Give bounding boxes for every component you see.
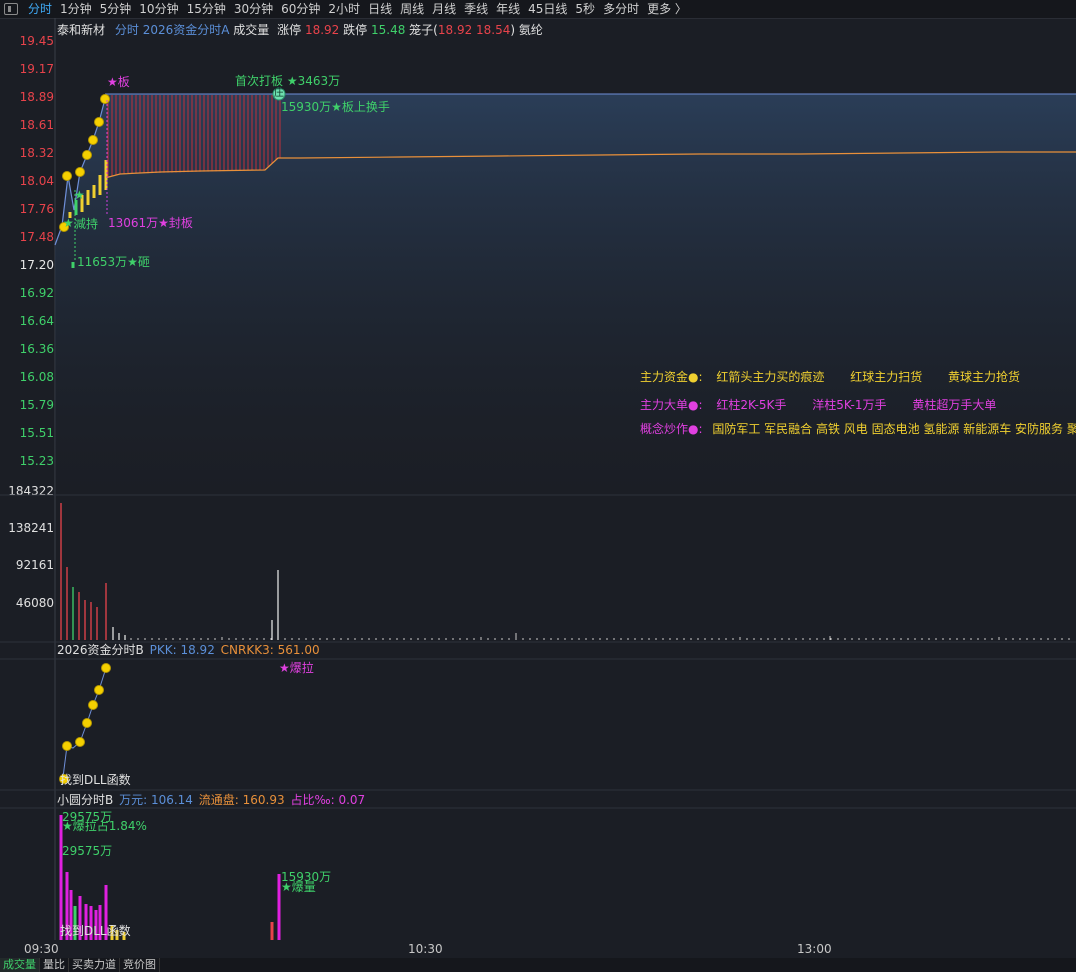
indicator-tabs: 成交量 量比 买卖力道 竞价图: [0, 958, 1076, 972]
volume-bars: [60, 503, 1070, 640]
main-force-dot: [75, 167, 85, 177]
panel-b-dot: [75, 737, 85, 747]
pkk-label: PKK:: [149, 643, 177, 657]
legend-item: 红箭头主力买的痕迹: [716, 370, 825, 384]
legend-row-orders: 主力大单●: 红柱2K-5K手 洋柱5K-1万手 黄柱超万手大单: [640, 398, 996, 412]
wan-value: 106.14: [150, 793, 193, 807]
circle-mark-label: 庄: [274, 88, 284, 99]
concept-list: 国防军工 军民融合 高铁 风电 固态电池 氢能源 新能源车 安防服务 聚: [712, 422, 1076, 436]
time-label-open: 09:30: [24, 942, 59, 956]
indicator-tab[interactable]: 买卖力道: [69, 958, 120, 972]
panel-c-bar: [59, 815, 63, 940]
float-label: 流通盘:: [198, 793, 239, 807]
legend-row2-title: 主力大单●:: [640, 398, 703, 412]
panel-c-header: 小圆分时B 万元: 106.14 流通盘: 160.93 占比‰: 0.07: [57, 793, 365, 807]
panel-c-dll-msg: 找到DLL函数: [60, 924, 131, 938]
legend-row1-title: 主力资金●:: [640, 370, 703, 384]
panel-b-dll-msg: 找到DLL函数: [60, 773, 131, 787]
time-label-1030: 10:30: [408, 942, 443, 956]
first-board-annotation: 首次打板 ★3463万: [235, 74, 341, 88]
legend-row3-title: 概念炒作●:: [640, 422, 703, 436]
legend-row-concept: 概念炒作●: 国防军工 军民融合 高铁 风电 固态电池 氢能源 新能源车 安防服…: [640, 422, 1076, 436]
burst-volume-label: ★爆量: [281, 880, 316, 894]
panel-b-dot: [82, 718, 92, 728]
main-force-dot: [82, 150, 92, 160]
pkk-value: 18.92: [180, 643, 215, 657]
panel-b-dot: [101, 663, 111, 673]
main-force-dot: [100, 94, 110, 104]
panel-b-dot: [88, 700, 98, 710]
main-force-dot: [62, 171, 72, 181]
candle-bar: [92, 185, 96, 198]
indicator-tab[interactable]: 成交量: [0, 958, 40, 972]
indicator-tab[interactable]: 量比: [40, 958, 69, 972]
panel-b-burst: ★爆拉: [279, 661, 314, 675]
panel-b-header: 2026资金分时B PKK: 18.92 CNRKK3: 561.00: [57, 643, 320, 657]
amount-label-2: 29575万: [62, 844, 113, 858]
green-star-annotation: ★: [74, 188, 85, 202]
legend-row-capital: 主力资金●: 红箭头主力买的痕迹 红球主力扫货 黄球主力抢货: [640, 370, 1020, 384]
smash-annotation: 11653万★砸: [77, 255, 150, 269]
panel-c-bars: [59, 815, 281, 940]
ratio-label: 占比‰:: [290, 793, 335, 807]
float-value: 160.93: [242, 793, 285, 807]
time-label-1300: 13:00: [797, 942, 832, 956]
candle-bar: [86, 190, 90, 205]
legend-item: 黄柱超万手大单: [912, 398, 997, 412]
main-force-dot: [88, 135, 98, 145]
main-force-dot: [94, 117, 104, 127]
board-annotation: ★板: [107, 75, 130, 89]
legend-item: 黄球主力抢货: [948, 370, 1021, 384]
legend-item: 红球主力扫货: [850, 370, 923, 384]
panel-b-dot: [62, 741, 72, 751]
cnrkk-value: 561.00: [277, 643, 320, 657]
legend-item: 洋柱5K-1万手: [812, 398, 887, 412]
seal-annotation: 13061万★封板: [108, 216, 193, 230]
panel-c-title[interactable]: 小圆分时B: [57, 793, 113, 807]
reduce-star-annotation: ★: [63, 216, 74, 230]
wan-label: 万元:: [119, 793, 148, 807]
burst-ratio-label: ★爆拉占1.84%: [62, 819, 147, 833]
panel-c-bar: [270, 922, 274, 940]
candle-bar: [98, 175, 102, 195]
candle-bar: [71, 262, 75, 268]
indicator-tab[interactable]: 竞价图: [120, 958, 160, 972]
legend-item: 红柱2K-5K手: [716, 398, 787, 412]
panel-b-title[interactable]: 2026资金分时B: [57, 643, 144, 657]
turnover-annotation: 15930万★板上换手: [281, 100, 390, 114]
panel-b-dots: [59, 663, 111, 784]
cnrkk-label: CNRKK3:: [220, 643, 274, 657]
ratio-value: 0.07: [338, 793, 366, 807]
panel-b-dot: [94, 685, 104, 695]
reduce-annotation: 减持: [74, 217, 99, 231]
